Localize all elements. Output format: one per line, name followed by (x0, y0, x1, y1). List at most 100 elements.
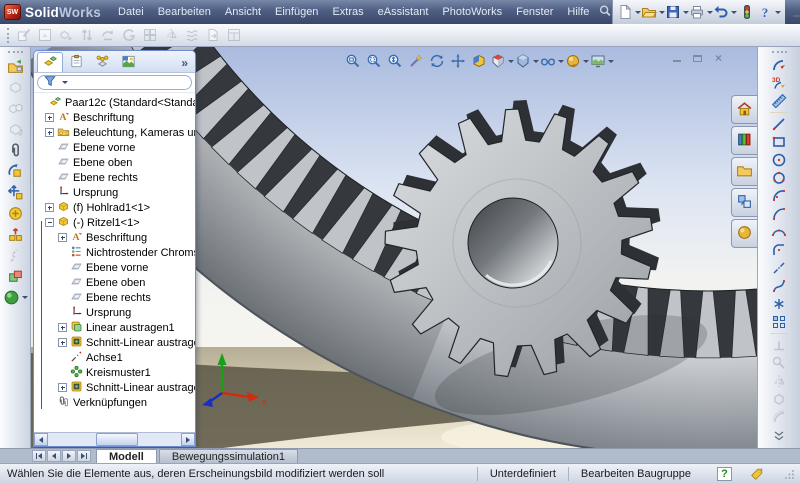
dropdown-caret[interactable] (608, 60, 614, 63)
help-badge-icon[interactable]: ? (717, 467, 732, 481)
next-sheet-button[interactable] (62, 450, 76, 462)
toolbar-grip[interactable] (7, 28, 9, 43)
photoworks-items-tab[interactable] (731, 188, 757, 217)
filter-input[interactable] (37, 75, 192, 90)
sketch-button[interactable] (769, 56, 789, 74)
move-component-button[interactable] (5, 182, 25, 203)
save-button[interactable] (665, 2, 689, 22)
doc-tab-modell[interactable]: Modell (96, 449, 157, 463)
linear-sketch-pattern-button[interactable] (769, 313, 789, 331)
tangent-arc-button[interactable] (769, 205, 789, 223)
assembly-features-button[interactable] (3, 287, 28, 308)
new-document-button[interactable] (617, 2, 641, 22)
tree-item[interactable]: (-) Ritzel1<1> (34, 215, 195, 230)
tree-item[interactable]: (f) Hohlrad1<1> (34, 200, 195, 215)
tree-item[interactable]: Kreismuster1 (34, 365, 195, 380)
circle-button[interactable] (769, 151, 789, 169)
centerline-button[interactable] (769, 259, 789, 277)
configurationmanager-tab[interactable] (89, 52, 115, 72)
dropdown-caret[interactable] (558, 60, 564, 63)
rotate-component-button[interactable] (5, 161, 25, 182)
featuremanager-tab[interactable] (37, 52, 63, 72)
traffic-light-button[interactable] (737, 2, 757, 22)
scroll-left-button[interactable] (34, 433, 48, 446)
undo-button[interactable] (713, 2, 737, 22)
propertymanager-tab[interactable] (63, 52, 89, 72)
dropdown-caret[interactable] (775, 11, 781, 14)
tree-item[interactable]: Ebene oben (34, 275, 195, 290)
tree-item[interactable]: Schnitt-Linear austragen2 (34, 380, 195, 395)
help-button[interactable]: ? (757, 2, 781, 22)
tabs-overflow-chevron[interactable]: » (177, 56, 192, 72)
tree-item[interactable]: Ebene oben (34, 155, 195, 170)
tree-item[interactable]: Beleuchtung, Kameras und Büh (34, 125, 195, 140)
previous-view-button[interactable] (406, 51, 426, 71)
tree-item[interactable]: Schnitt-Linear austragen1 (34, 335, 195, 350)
scrollbar-thumb[interactable] (96, 433, 138, 446)
tree-item[interactable]: Ebene rechts (34, 170, 195, 185)
line-button[interactable] (769, 115, 789, 133)
pan-button[interactable] (448, 51, 468, 71)
tree-horizontal-scrollbar[interactable] (34, 432, 195, 446)
expand-icon[interactable] (58, 233, 67, 242)
print-button[interactable] (689, 2, 713, 22)
tree-item[interactable]: Ebene vorne (34, 260, 195, 275)
open-folder-button[interactable] (641, 2, 665, 22)
tag-icon[interactable] (750, 467, 764, 481)
hide-show-items-button[interactable] (540, 51, 564, 71)
menu-ansicht[interactable]: Ansicht (218, 1, 268, 23)
design-library-tab[interactable] (731, 126, 757, 155)
rotate-view-button[interactable] (427, 51, 447, 71)
3-point-arc-button[interactable] (769, 223, 789, 241)
filter-dropdown-caret[interactable] (62, 81, 68, 84)
tree-item[interactable]: Verknüpfungen (34, 395, 195, 410)
toolbar-grip[interactable] (772, 51, 787, 53)
doc-tab-bewegungssimulation1[interactable]: Bewegungssimulation1 (159, 449, 298, 463)
tree-item[interactable]: Achse1 (34, 350, 195, 365)
doc-close-button[interactable]: × (712, 52, 725, 64)
interference-detection-button[interactable] (5, 266, 25, 287)
display-style-button[interactable] (515, 51, 539, 71)
prev-sheet-button[interactable] (47, 450, 61, 462)
exploded-view-button[interactable] (5, 224, 25, 245)
appearances-scenes-tab[interactable] (731, 219, 757, 248)
tree-item[interactable]: ABeschriftung (34, 230, 195, 245)
toolbar-grip[interactable] (8, 51, 23, 53)
dropdown-caret[interactable] (583, 60, 589, 63)
tree-item[interactable]: Ebene vorne (34, 140, 195, 155)
smart-dimension-button[interactable] (769, 92, 789, 110)
collapse-icon[interactable] (45, 218, 54, 227)
section-view-button[interactable] (469, 51, 489, 71)
spline-button[interactable] (769, 277, 789, 295)
point-button[interactable] (769, 295, 789, 313)
menu-extras[interactable]: Extras (325, 1, 370, 23)
more-tools-button[interactable] (769, 426, 789, 444)
expand-icon[interactable] (45, 203, 54, 212)
expand-icon[interactable] (58, 383, 67, 392)
tree-item[interactable]: Ursprung (34, 185, 195, 200)
menu-fenster[interactable]: Fenster (509, 1, 560, 23)
doc-minimize-button[interactable] (670, 52, 683, 64)
dropdown-caret[interactable] (22, 296, 28, 299)
expand-icon[interactable] (58, 338, 67, 347)
doc-restore-button[interactable] (691, 52, 704, 64)
mate-button[interactable] (5, 140, 25, 161)
dropdown-caret[interactable] (508, 60, 514, 63)
menu-photoworks[interactable]: PhotoWorks (435, 1, 509, 23)
expand-icon[interactable] (58, 323, 67, 332)
insert-component-button[interactable] (5, 56, 25, 77)
tree-item[interactable]: Ebene rechts (34, 290, 195, 305)
last-sheet-button[interactable] (77, 450, 91, 462)
sketch-fillet-button[interactable] (769, 241, 789, 259)
centerpoint-arc-button[interactable] (769, 187, 789, 205)
tree-item[interactable]: Linear austragen1 (34, 320, 195, 335)
menu-einfügen[interactable]: Einfügen (268, 1, 325, 23)
tree-item[interactable]: Paar12c (Standard<Standard_Anz (34, 95, 195, 110)
edit-appearance-button[interactable] (565, 51, 589, 71)
corner-rectangle-button[interactable] (769, 133, 789, 151)
menu-datei[interactable]: Datei (111, 1, 151, 23)
menu-hilfe[interactable]: Hilfe (560, 1, 596, 23)
zoom-to-area-button[interactable] (364, 51, 384, 71)
first-sheet-button[interactable] (32, 450, 46, 462)
minimize-button[interactable] (789, 5, 800, 19)
